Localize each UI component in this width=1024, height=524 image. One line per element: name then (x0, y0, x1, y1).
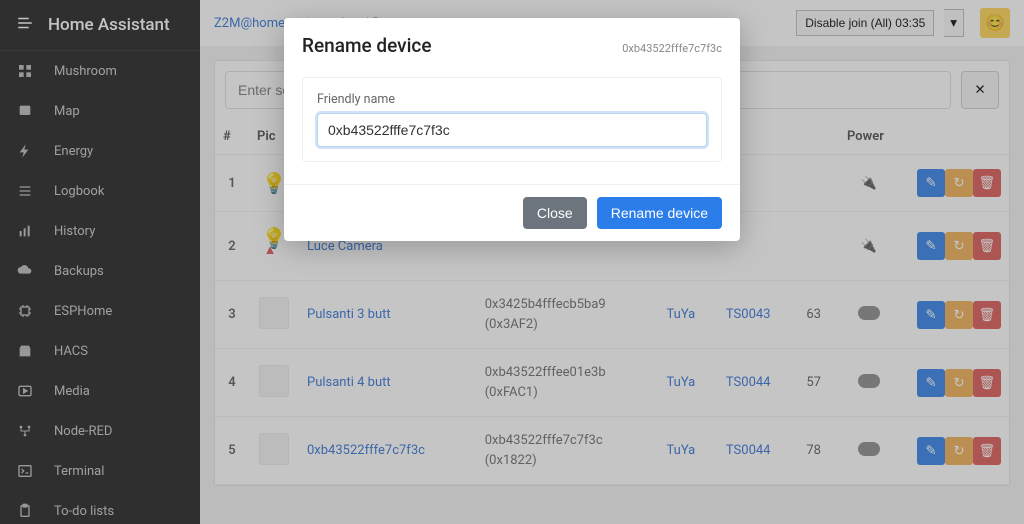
modal-body: Friendly name (284, 67, 740, 184)
modal-footer: Close Rename device (284, 184, 740, 241)
modal-subtitle: 0xb43522fffe7c7f3c (622, 42, 722, 55)
close-button[interactable]: Close (523, 197, 587, 229)
rename-button[interactable]: Rename device (597, 197, 722, 229)
modal-header: Rename device 0xb43522fffe7c7f3c (284, 18, 740, 67)
rename-device-modal: Rename device 0xb43522fffe7c7f3c Friendl… (284, 18, 740, 241)
form-card: Friendly name (302, 77, 722, 162)
modal-overlay[interactable]: Rename device 0xb43522fffe7c7f3c Friendl… (0, 0, 1024, 524)
modal-title: Rename device (302, 34, 432, 57)
friendly-name-input[interactable] (317, 113, 707, 147)
friendly-name-label: Friendly name (317, 92, 707, 107)
